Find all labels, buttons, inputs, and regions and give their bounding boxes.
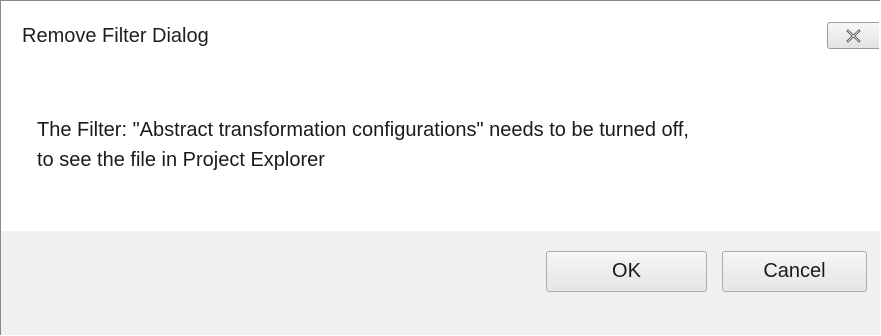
remove-filter-dialog: Remove Filter Dialog The Filter: "Abstra… [0, 0, 880, 335]
message-line-2: to see the file in Project Explorer [37, 149, 325, 171]
cancel-button[interactable]: Cancel [722, 251, 867, 292]
message-line-1: The Filter: "Abstract transformation con… [37, 119, 689, 141]
button-bar: OK Cancel [1, 231, 880, 335]
close-button[interactable] [827, 22, 879, 49]
window-title: Remove Filter Dialog [22, 25, 209, 47]
close-icon [846, 29, 861, 43]
title-bar: Remove Filter Dialog [1, 1, 880, 61]
dialog-message: The Filter: "Abstract transformation con… [37, 115, 857, 175]
ok-button[interactable]: OK [546, 251, 707, 292]
